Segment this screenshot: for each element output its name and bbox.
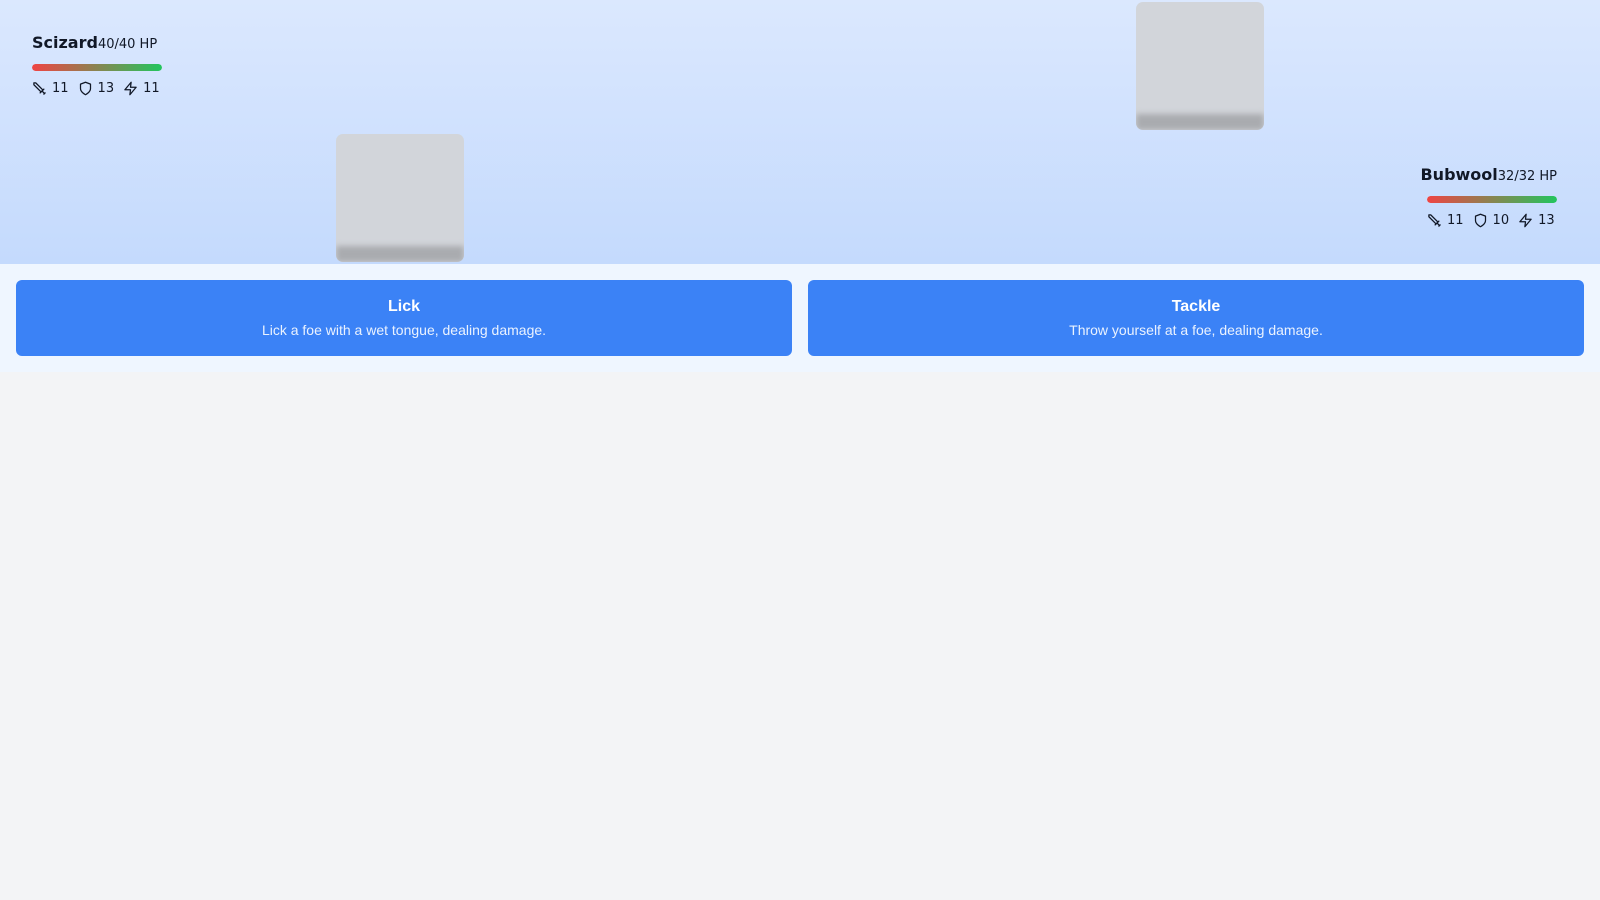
enemy-name-row: Scizard 40/40 HP (32, 33, 162, 55)
player-attack-value: 11 (1447, 213, 1464, 228)
move-name: Lick (387, 297, 420, 315)
player-stats: 11 10 13 (1427, 213, 1557, 228)
move-selection-panel: Lick Lick a foe with a wet tongue, deali… (0, 264, 1600, 372)
enemy-defense-value: 13 (97, 81, 115, 96)
enemy-name: Scizard (32, 33, 98, 52)
enemy-hp-text: 40/40 HP (97, 37, 158, 52)
battle-arena: Scizard 40/40 HP 11 13 11 Bubwool 32/32 … (0, 0, 1600, 264)
player-hp-bar (1427, 196, 1557, 203)
enemy-stats: 11 13 11 (32, 81, 162, 96)
sword-icon (1428, 214, 1441, 227)
move-description: Throw yourself at a foe, dealing damage. (1069, 321, 1323, 338)
lightning-icon (124, 81, 137, 96)
player-name: Bubwool (1420, 165, 1498, 184)
enemy-attack-value: 11 (52, 81, 69, 96)
sword-icon (33, 82, 46, 95)
player-sprite-shadow (336, 246, 464, 262)
player-status-panel: Bubwool 32/32 HP 11 10 13 (1420, 165, 1557, 228)
player-sprite (336, 134, 464, 262)
player-defense-stat: 10 (1473, 213, 1510, 228)
shield-icon (1474, 213, 1486, 228)
player-speed-stat: 13 (1518, 213, 1555, 228)
move-button-lick[interactable]: Lick Lick a foe with a wet tongue, deali… (16, 280, 792, 356)
enemy-attack-stat: 11 (32, 81, 69, 96)
enemy-speed-value: 11 (143, 81, 160, 96)
player-hp-text: 32/32 HP (1497, 169, 1557, 184)
player-attack-stat: 11 (1427, 213, 1464, 228)
enemy-sprite (1136, 2, 1264, 130)
player-name-row: Bubwool 32/32 HP (1420, 165, 1557, 187)
enemy-speed-stat: 11 (123, 81, 160, 96)
player-defense-value: 10 (1492, 213, 1510, 228)
enemy-sprite-shadow (1136, 114, 1264, 130)
move-name: Tackle (1171, 297, 1221, 315)
enemy-status-panel: Scizard 40/40 HP 11 13 11 (32, 33, 162, 96)
enemy-hp-fill (32, 64, 162, 71)
shield-icon (79, 81, 91, 96)
lightning-icon (1519, 213, 1532, 228)
move-button-tackle[interactable]: Tackle Throw yourself at a foe, dealing … (808, 280, 1584, 356)
enemy-defense-stat: 13 (78, 81, 115, 96)
move-description: Lick a foe with a wet tongue, dealing da… (261, 321, 547, 338)
enemy-hp-bar (32, 64, 162, 71)
player-hp-fill (1427, 196, 1557, 203)
player-speed-value: 13 (1538, 213, 1555, 228)
